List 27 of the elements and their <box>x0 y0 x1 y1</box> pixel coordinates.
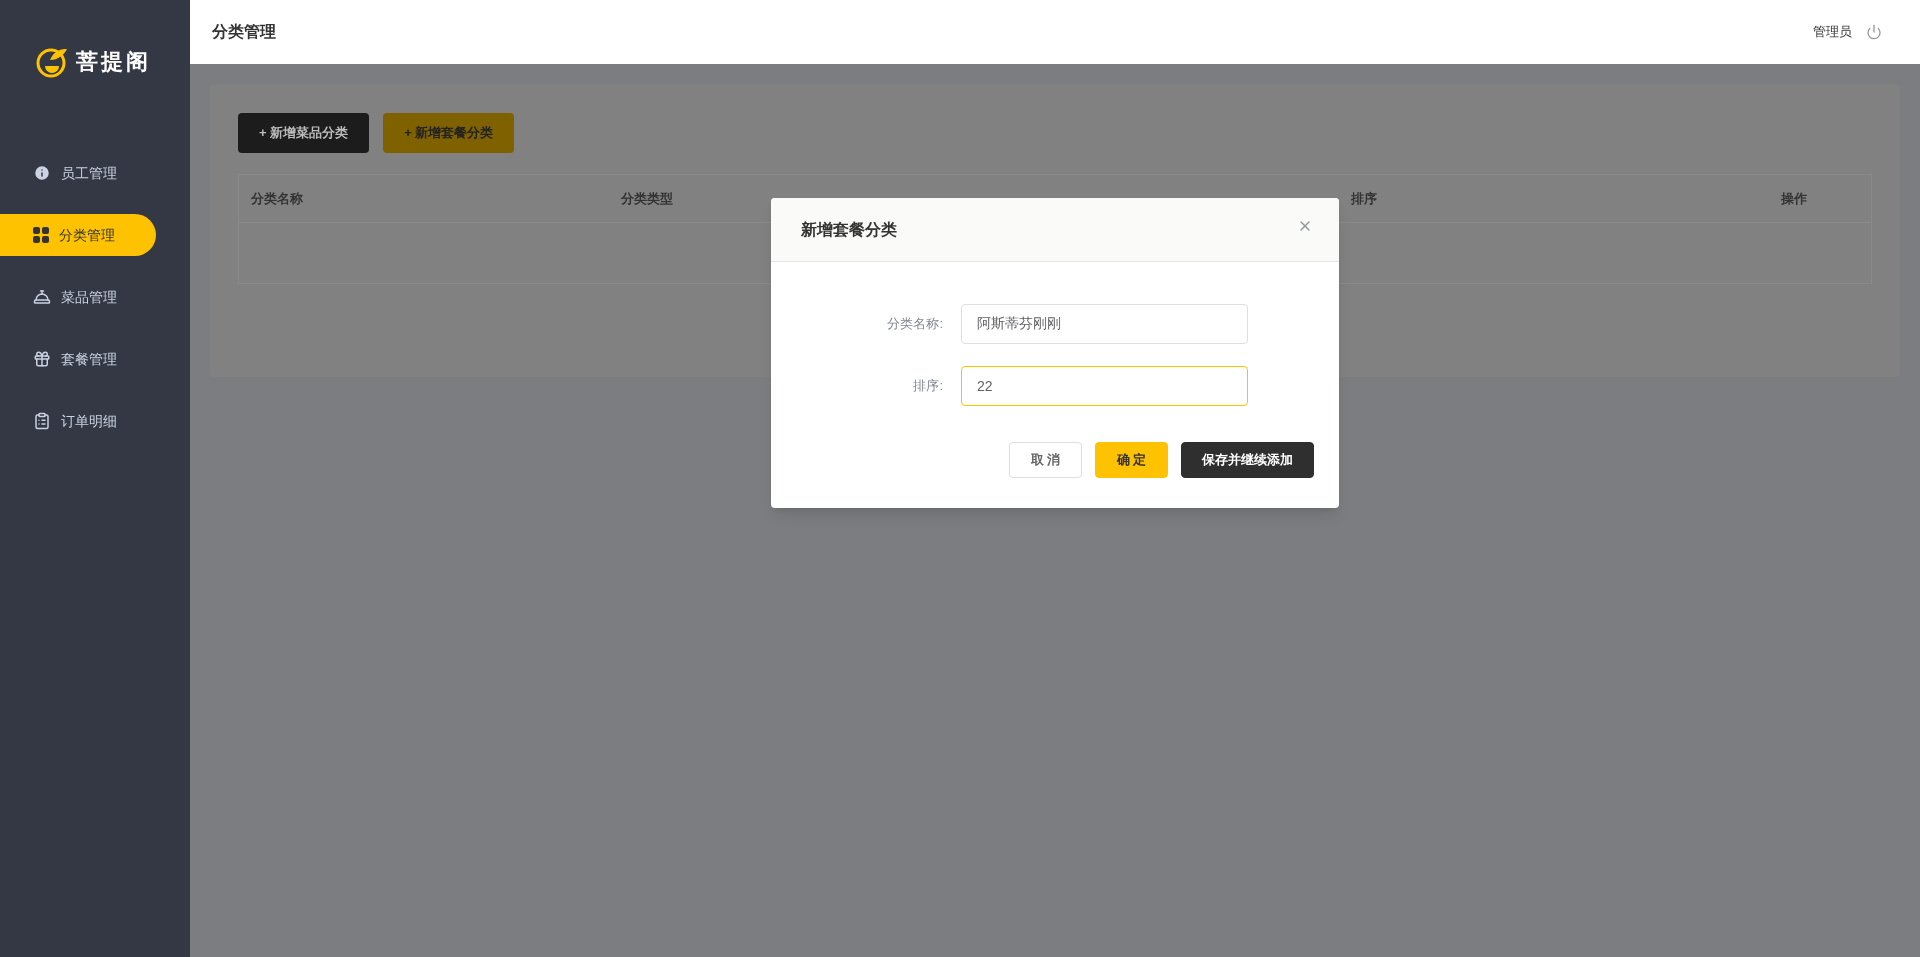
cloche-icon <box>33 288 51 306</box>
column-header: 排序 <box>1351 189 1378 208</box>
logo-text: 菩提阁 <box>76 48 151 76</box>
sidebar-item[interactable]: 分类管理 <box>0 214 156 256</box>
column-header: 分类名称 <box>251 189 304 208</box>
user-name[interactable]: 管理员 <box>1813 22 1852 42</box>
power-icon[interactable] <box>1866 24 1882 40</box>
dialog-button[interactable]: 取 消 <box>1009 442 1082 478</box>
column-header: 操作 <box>1781 189 1808 208</box>
gift-icon <box>33 350 51 368</box>
dialog-title: 新增套餐分类 <box>801 219 897 240</box>
clipboard-icon <box>33 412 51 430</box>
dialog-button[interactable]: 保存并继续添加 <box>1181 442 1314 478</box>
sidebar-item[interactable]: 套餐管理 <box>0 338 156 380</box>
column-header: 分类类型 <box>621 189 674 208</box>
page-title: 分类管理 <box>212 22 276 42</box>
field-label: 分类名称: <box>886 315 944 334</box>
dialog-button[interactable]: 确 定 <box>1095 442 1168 478</box>
sidebar-item[interactable]: 订单明细 <box>0 400 156 442</box>
sidebar-item[interactable]: 员工管理 <box>0 152 156 194</box>
text-field[interactable]: 22 <box>961 366 1248 406</box>
sidebar-item[interactable]: 菜品管理 <box>0 276 156 318</box>
field-label: 排序: <box>912 377 944 396</box>
add-category-button[interactable]: + 新增菜品分类 <box>238 113 370 153</box>
text-field[interactable]: 阿斯蒂芬刚刚 <box>961 304 1248 344</box>
grid-icon <box>33 227 49 243</box>
info-icon <box>33 164 51 182</box>
